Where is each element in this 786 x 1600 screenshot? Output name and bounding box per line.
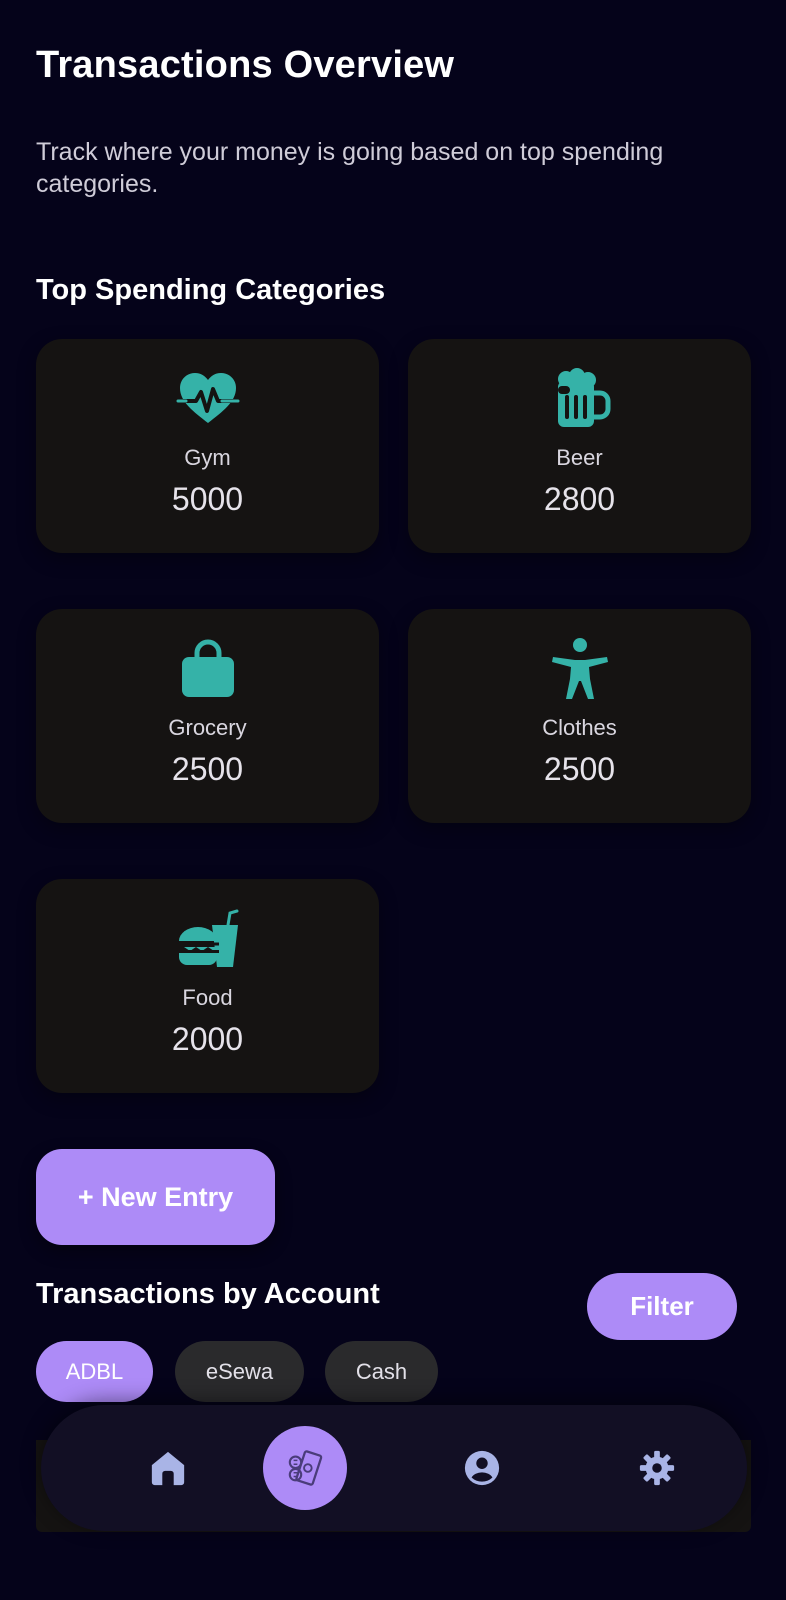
user-circle-icon (464, 1450, 500, 1486)
nav-home[interactable] (123, 1405, 213, 1531)
category-label: Food (182, 985, 233, 1010)
beer-mug-icon (557, 368, 610, 427)
filter-button[interactable]: Filter (587, 1273, 737, 1340)
new-entry-button[interactable]: + New Entry (36, 1149, 275, 1245)
money-transfer-icon (288, 1450, 323, 1486)
category-card-grocery[interactable]: Grocery 2500 (36, 609, 379, 823)
category-label: Clothes (542, 715, 617, 740)
category-card-beer[interactable]: Beer 2800 (408, 339, 751, 553)
page-title: Transactions Overview (36, 44, 455, 86)
account-chip-adbl[interactable]: ADBL (36, 1341, 153, 1402)
category-label: Gym (184, 445, 231, 470)
burger-drink-icon (176, 909, 238, 967)
account-chip-cash[interactable]: Cash (325, 1341, 438, 1402)
category-card-food[interactable]: Food 2000 (36, 879, 379, 1093)
heartbeat-icon (175, 373, 240, 423)
shopping-bag-icon (181, 639, 234, 697)
category-card-gym[interactable]: Gym 5000 (36, 339, 379, 553)
account-chip-esewa[interactable]: eSewa (175, 1341, 304, 1402)
top-categories-title: Top Spending Categories (36, 274, 386, 306)
category-label: Grocery (168, 715, 247, 740)
home-icon (151, 1451, 185, 1486)
page-subtitle: Track where your money is going based on… (36, 138, 664, 198)
nav-profile[interactable] (437, 1405, 527, 1531)
nav-transactions[interactable] (260, 1405, 350, 1531)
transactions-overview-screen: Transactions Overview Track where your m… (0, 0, 786, 1600)
nav-active-indicator (263, 1426, 347, 1510)
bottom-navigation-bar (41, 1405, 747, 1531)
category-amount: 2500 (543, 751, 616, 787)
gear-icon (639, 1450, 675, 1486)
person-icon (551, 638, 608, 699)
category-card-clothes[interactable]: Clothes 2500 (408, 609, 751, 823)
category-label: Beer (556, 445, 603, 470)
category-amount: 2800 (543, 481, 616, 517)
category-amount: 5000 (171, 481, 244, 517)
nav-settings[interactable] (612, 1405, 702, 1531)
category-amount: 2500 (171, 751, 244, 787)
accounts-section-title: Transactions by Account (36, 1278, 380, 1310)
category-amount: 2000 (171, 1021, 244, 1057)
